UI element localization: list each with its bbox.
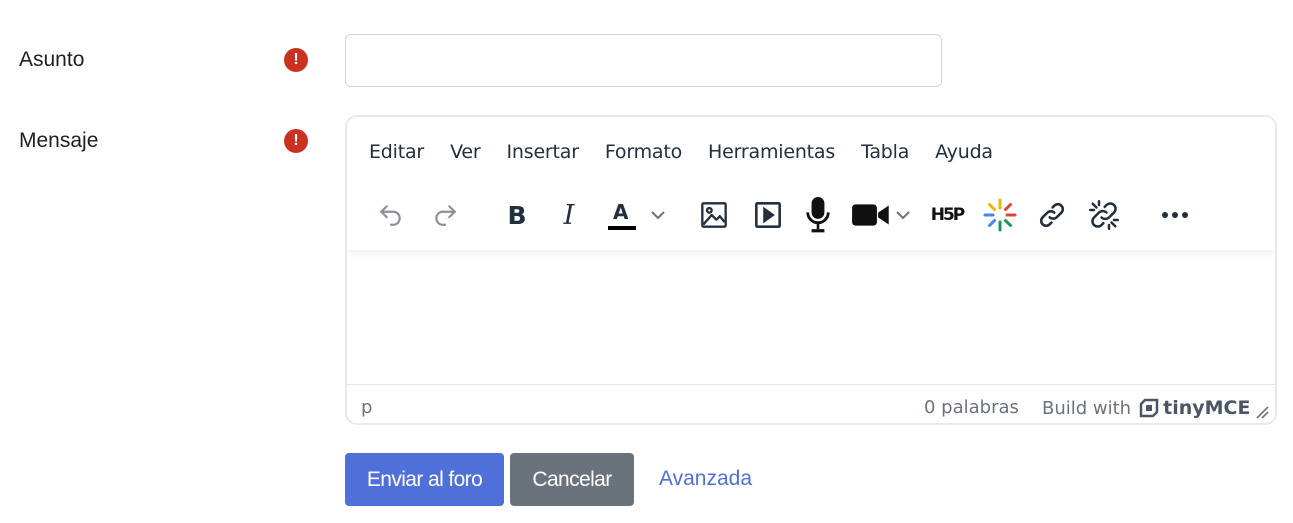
- redo-button[interactable]: [429, 197, 461, 233]
- media-button[interactable]: [751, 197, 785, 233]
- menu-herramientas[interactable]: Herramientas: [708, 141, 835, 163]
- text-color-dropdown[interactable]: [647, 197, 669, 233]
- italic-button[interactable]: I: [553, 197, 585, 233]
- undo-button[interactable]: [375, 197, 407, 233]
- build-with-label: Build with: [1042, 397, 1132, 419]
- ai-sparkle-icon: [983, 198, 1017, 232]
- media-icon: [755, 202, 781, 228]
- image-icon: [701, 202, 727, 228]
- editor-menubar: Editar Ver Insertar Formato Herramientas…: [369, 141, 1019, 163]
- italic-icon: I: [563, 199, 575, 231]
- menu-tabla[interactable]: Tabla: [861, 141, 909, 163]
- submit-button[interactable]: Enviar al foro: [345, 453, 504, 506]
- menu-ver[interactable]: Ver: [450, 141, 481, 163]
- subject-required-icon: !: [284, 48, 308, 72]
- menu-formato[interactable]: Formato: [605, 141, 682, 163]
- bold-button[interactable]: B: [501, 197, 533, 233]
- video-dropdown[interactable]: [892, 197, 914, 233]
- record-video-button[interactable]: [852, 197, 890, 233]
- text-color-swatch: [608, 226, 636, 230]
- unlink-button[interactable]: [1087, 197, 1121, 233]
- microphone-icon: [806, 197, 830, 233]
- image-button[interactable]: [697, 197, 731, 233]
- bold-icon: B: [507, 200, 527, 230]
- video-camera-icon: [852, 204, 889, 226]
- tinymce-branding[interactable]: Build with tinyMCE: [1042, 397, 1250, 419]
- chevron-down-icon: [651, 211, 665, 220]
- menu-insertar[interactable]: Insertar: [507, 141, 580, 163]
- tinymce-brand-name: tinyMCE: [1163, 397, 1251, 419]
- more-icon: [1162, 212, 1188, 218]
- h5p-icon: H5P: [930, 205, 965, 225]
- cancel-button[interactable]: Cancelar: [510, 453, 634, 506]
- redo-icon: [435, 205, 456, 226]
- element-path[interactable]: p: [361, 397, 372, 418]
- editor-statusbar: p 0 palabras Build with tinyMCE: [347, 384, 1275, 423]
- unlink-icon: [1089, 200, 1119, 230]
- advanced-link[interactable]: Avanzada: [659, 467, 752, 491]
- more-button[interactable]: [1157, 197, 1193, 233]
- tinymce-logo-icon: [1139, 398, 1159, 418]
- ai-assistant-button[interactable]: [982, 197, 1018, 233]
- editor-toolbar: B I A H5P: [347, 189, 1275, 241]
- subject-input[interactable]: [345, 34, 942, 87]
- message-required-icon: !: [284, 129, 308, 153]
- link-icon: [1039, 202, 1065, 228]
- h5p-button[interactable]: H5P: [927, 197, 967, 233]
- editor-content-area[interactable]: [347, 250, 1275, 386]
- menu-ayuda[interactable]: Ayuda: [935, 141, 993, 163]
- resize-handle-icon[interactable]: [1255, 405, 1269, 419]
- undo-icon: [380, 205, 401, 226]
- message-label: Mensaje: [19, 129, 99, 152]
- word-count[interactable]: 0 palabras: [924, 397, 1019, 418]
- menu-editar[interactable]: Editar: [369, 141, 424, 163]
- text-color-letter: A: [613, 200, 629, 224]
- rich-text-editor: Editar Ver Insertar Formato Herramientas…: [345, 115, 1277, 425]
- subject-label: Asunto: [19, 48, 85, 71]
- record-audio-button[interactable]: [803, 197, 833, 233]
- chevron-down-icon: [896, 211, 910, 220]
- link-button[interactable]: [1035, 197, 1069, 233]
- text-color-button[interactable]: A: [605, 197, 639, 233]
- text-color-icon: A: [607, 198, 637, 232]
- editor-header: Editar Ver Insertar Formato Herramientas…: [347, 117, 1275, 250]
